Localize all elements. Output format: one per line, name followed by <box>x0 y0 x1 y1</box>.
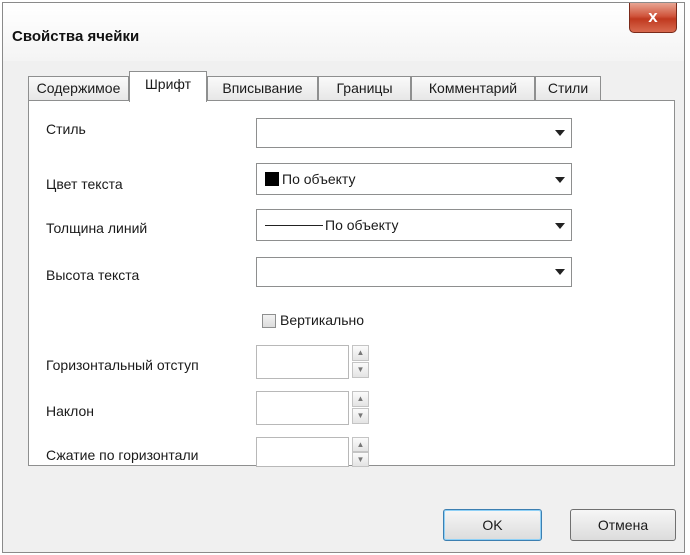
line-sample-icon <box>265 225 323 226</box>
style-label: Стиль <box>46 121 86 137</box>
vertical-checkbox[interactable] <box>262 314 276 328</box>
horizontal-compression-label: Сжатие по горизонтали <box>46 447 199 463</box>
spin-up-icon[interactable]: ▲ <box>352 391 369 407</box>
spin-down-icon[interactable]: ▼ <box>352 362 369 378</box>
horizontal-compression-stepper: ▲ ▼ <box>352 437 369 467</box>
close-button[interactable]: x <box>629 3 677 33</box>
close-icon: x <box>648 7 658 26</box>
dialog-title: Свойства ячейки <box>12 28 140 45</box>
text-height-dropdown[interactable] <box>256 257 572 287</box>
tab-styles[interactable]: Стили <box>535 76 601 101</box>
color-swatch <box>265 172 279 186</box>
slant-input[interactable] <box>256 391 349 425</box>
chevron-down-icon <box>555 269 565 275</box>
spin-down-icon[interactable]: ▼ <box>352 408 369 424</box>
chevron-down-icon <box>555 177 565 183</box>
text-height-label: Высота текста <box>46 267 140 283</box>
horizontal-indent-stepper: ▲ ▼ <box>352 345 369 379</box>
text-color-label: Цвет текста <box>46 176 123 192</box>
style-dropdown[interactable] <box>256 118 572 148</box>
spin-up-icon[interactable]: ▲ <box>352 345 369 361</box>
tab-font[interactable]: Шрифт <box>129 71 207 102</box>
text-color-dropdown[interactable]: По объекту <box>256 163 572 195</box>
chevron-down-icon <box>555 130 565 136</box>
tab-content[interactable]: Содержимое <box>28 76 129 101</box>
font-tab-panel: Стиль Цвет текста По объекту Толщина лин… <box>28 100 675 467</box>
line-weight-value: По объекту <box>325 217 399 233</box>
cancel-button[interactable]: Отмена <box>570 509 676 541</box>
spin-down-icon[interactable]: ▼ <box>352 452 369 467</box>
tab-comment[interactable]: Комментарий <box>411 76 535 101</box>
cell-properties-dialog: Свойства ячейки x Содержимое Шрифт Вписы… <box>2 2 685 553</box>
horizontal-compression-input[interactable] <box>256 437 349 467</box>
horizontal-indent-label: Горизонтальный отступ <box>46 357 199 373</box>
slant-label: Наклон <box>46 403 95 419</box>
horizontal-indent-input[interactable] <box>256 345 349 379</box>
line-weight-dropdown[interactable]: По объекту <box>256 209 572 241</box>
title-bar: Свойства ячейки x <box>3 3 684 61</box>
line-weight-label: Толщина линий <box>46 220 148 236</box>
vertical-label: Вертикально <box>280 312 365 328</box>
ok-button[interactable]: OK <box>443 509 542 541</box>
tab-fitting[interactable]: Вписывание <box>207 76 318 101</box>
slant-stepper: ▲ ▼ <box>352 391 369 425</box>
text-color-value: По объекту <box>282 171 356 187</box>
chevron-down-icon <box>555 223 565 229</box>
spin-up-icon[interactable]: ▲ <box>352 437 369 452</box>
tab-borders[interactable]: Границы <box>318 76 411 101</box>
